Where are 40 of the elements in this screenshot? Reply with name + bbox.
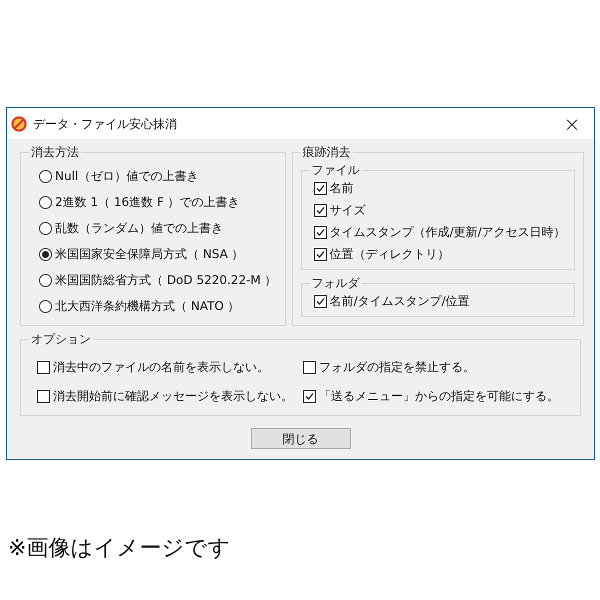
group-title: 痕跡消去 — [302, 144, 352, 161]
radio-label: 米国国家安全保障局方式（ NSA ） — [55, 246, 244, 263]
radio-label: 2進数 1（ 16進数 F ）での上書き — [55, 194, 240, 211]
checkbox[interactable] — [314, 226, 327, 238]
checkbox[interactable] — [303, 360, 316, 374]
radio-button[interactable] — [39, 274, 52, 286]
checkbox-label: フォルダの指定を禁止する。 — [319, 359, 475, 376]
window-title: データ・ファイル安心抹消 — [33, 116, 177, 132]
radio-button[interactable] — [39, 222, 52, 234]
checkbox[interactable] — [37, 360, 50, 374]
radio-button[interactable] — [39, 300, 52, 312]
checkbox[interactable] — [314, 182, 327, 194]
group-title: オプション — [30, 331, 92, 348]
checkbox[interactable] — [37, 390, 50, 402]
checkbox-label: 名前 — [330, 180, 354, 197]
checkbox[interactable] — [303, 390, 316, 402]
close-dialog-button[interactable]: 閉じる — [250, 428, 350, 449]
checkbox-label: タイムスタンプ（作成/更新/アクセス日時） — [330, 224, 566, 241]
checkbox-label: 消去開始前に確認メッセージを表示しない。 — [53, 388, 293, 405]
checkbox-label: 消去中のファイルの名前を表示しない。 — [53, 359, 269, 376]
checkbox-label: 名前/タイムスタンプ/位置 — [330, 293, 470, 310]
checkbox[interactable] — [314, 204, 327, 216]
group-title: ファイル — [310, 162, 361, 179]
checkbox[interactable] — [314, 248, 327, 260]
radio-button[interactable] — [39, 196, 52, 208]
checkbox-label: 「送るメニュー」からの指定を可能にする。 — [319, 388, 559, 405]
radio-label: 北大西洋条約機構方式（ NATO ） — [55, 298, 240, 315]
prohibited-icon — [11, 116, 27, 132]
group-title: フォルダ — [310, 275, 361, 292]
radio-label: 乱数（ランダム）値での上書き — [55, 220, 223, 237]
caption: ※画像はイメージです — [8, 535, 230, 563]
radio-button[interactable] — [39, 248, 52, 260]
radio-label: Null（ゼロ）値での上書き — [55, 168, 198, 185]
close-button[interactable]: × — [550, 108, 594, 138]
checkbox-label: サイズ — [330, 202, 366, 219]
radio-label: 米国国防総省方式（ DoD 5220.22-M ） — [55, 272, 277, 289]
group-title: 消去方法 — [30, 144, 80, 161]
radio-button[interactable] — [39, 170, 52, 182]
checkbox[interactable] — [314, 294, 327, 308]
checkbox-label: 位置（ディレクトリ） — [330, 246, 450, 263]
